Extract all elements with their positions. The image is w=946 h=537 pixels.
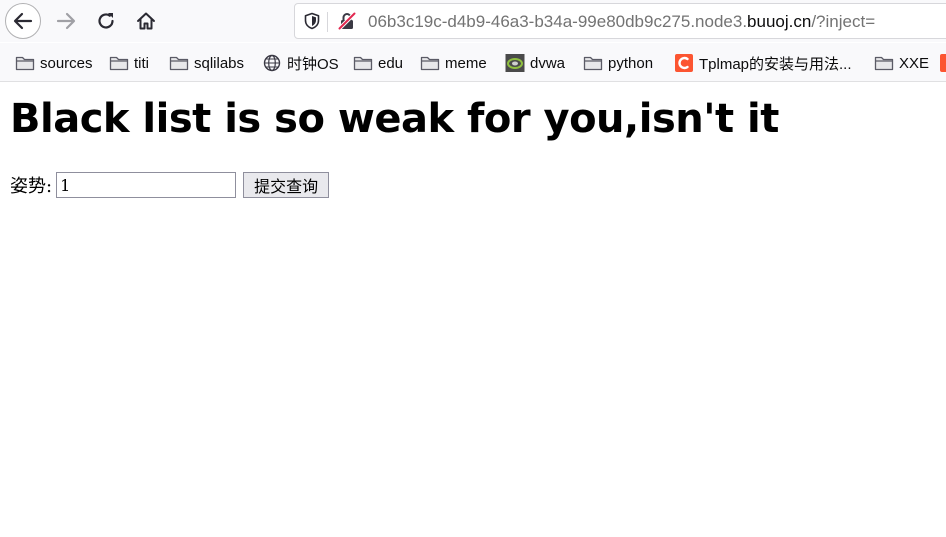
- bookmark-label: XXE: [899, 54, 930, 72]
- home-icon: [137, 12, 155, 30]
- folder-icon: [353, 56, 373, 71]
- inject-label: 姿势:: [10, 176, 53, 197]
- url-prefix: 06b3c19c-d4b9-46a3-b34a-99e80db9c275.nod…: [368, 12, 748, 31]
- back-button[interactable]: [5, 3, 41, 39]
- bookmark-label: 时钟OS: [287, 55, 339, 73]
- bookmark-label: titi: [134, 54, 149, 72]
- page-heading: Black list is so weak for you,isn't it: [10, 96, 779, 142]
- inject-input[interactable]: [56, 172, 237, 198]
- bookmark-overflow-favicon[interactable]: [940, 54, 946, 72]
- back-arrow-icon: [13, 12, 33, 30]
- reload-button[interactable]: [88, 3, 124, 39]
- url-host: buuoj.cn: [747, 12, 812, 31]
- tracking-shield-icon[interactable]: [303, 12, 321, 30]
- bookmark-meme[interactable]: meme: [420, 52, 487, 74]
- page-content: Black list is so weak for you,isn't it 姿…: [0, 83, 946, 537]
- folder-icon: [583, 56, 603, 71]
- folder-icon: [109, 56, 129, 71]
- bookmark-label: Tplmap的安装与用法...: [699, 55, 852, 73]
- inject-form: 姿势: 提交查询: [10, 172, 330, 198]
- home-button[interactable]: [128, 3, 164, 39]
- bookmark-label: python: [608, 54, 654, 72]
- insecure-lock-icon[interactable]: [337, 11, 357, 31]
- bookmark-python[interactable]: python: [583, 52, 653, 74]
- bookmark-edu[interactable]: edu: [353, 52, 403, 74]
- forward-button[interactable]: [48, 3, 84, 39]
- bookmark-titi[interactable]: titi: [109, 52, 149, 74]
- bookmarks-toolbar: sources titi sqlilabs 时钟OS edu meme dvwa…: [0, 43, 946, 82]
- bookmark-sqlilabs[interactable]: sqlilabs: [169, 52, 244, 74]
- bookmark-label: edu: [378, 54, 404, 72]
- bookmark-label: dvwa: [530, 54, 566, 72]
- reload-icon: [98, 13, 114, 29]
- submit-query-button[interactable]: 提交查询: [243, 172, 330, 198]
- bookmark-label: meme: [445, 54, 487, 72]
- bookmark-xxe[interactable]: XXE: [874, 52, 929, 74]
- dvwa-favicon: [505, 54, 525, 72]
- csdn-favicon: [675, 54, 693, 72]
- folder-icon: [874, 56, 894, 71]
- bookmark-label: sources: [40, 54, 93, 72]
- bookmark-dvwa[interactable]: dvwa: [505, 52, 565, 74]
- forward-arrow-icon: [56, 12, 76, 30]
- nav-toolbar: 06b3c19c-d4b9-46a3-b34a-99e80db9c275.nod…: [0, 0, 946, 42]
- folder-icon: [15, 56, 35, 71]
- address-bar[interactable]: 06b3c19c-d4b9-46a3-b34a-99e80db9c275.nod…: [294, 3, 946, 39]
- url-suffix: /?inject=: [811, 12, 876, 31]
- bookmark-tplmap[interactable]: Tplmap的安装与用法...: [674, 52, 852, 74]
- bookmark-clock-os[interactable]: 时钟OS: [262, 52, 339, 74]
- bookmark-sources[interactable]: sources: [15, 52, 93, 74]
- url-text[interactable]: 06b3c19c-d4b9-46a3-b34a-99e80db9c275.nod…: [368, 11, 875, 33]
- url-separator: [327, 12, 328, 32]
- globe-icon: [263, 54, 281, 72]
- folder-icon: [169, 56, 189, 71]
- folder-icon: [420, 56, 440, 71]
- bookmark-label: sqlilabs: [194, 54, 245, 72]
